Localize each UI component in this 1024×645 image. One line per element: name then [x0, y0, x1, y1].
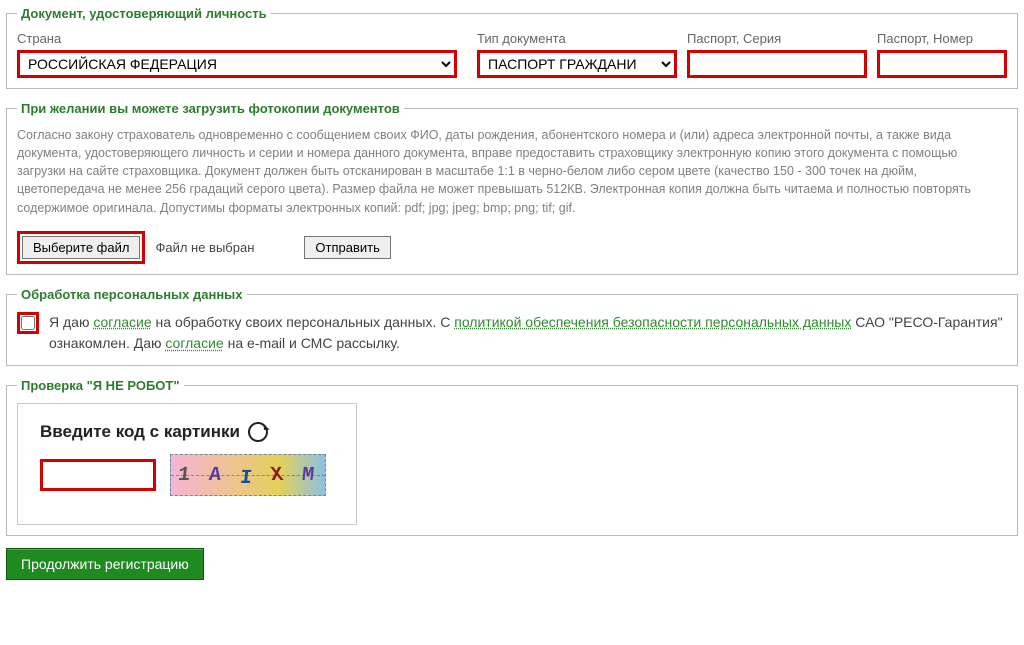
passport-series-wrap	[687, 50, 867, 78]
consent-link-1[interactable]: согласие	[93, 314, 151, 330]
captcha-input-wrap	[40, 459, 156, 491]
identity-legend: Документ, удостоверяющий личность	[17, 6, 271, 21]
consent-legend: Обработка персональных данных	[17, 287, 247, 302]
consent-checkbox[interactable]	[21, 316, 35, 330]
doctype-select-wrap: ПАСПОРТ ГРАЖДАНИ	[477, 50, 677, 78]
passport-series-label: Паспорт, Серия	[687, 31, 867, 46]
passport-series-input[interactable]	[690, 53, 864, 75]
consent-checkbox-wrap	[17, 312, 39, 334]
captcha-input[interactable]	[43, 462, 153, 488]
captcha-char: I	[239, 467, 257, 490]
doctype-select[interactable]: ПАСПОРТ ГРАЖДАНИ	[480, 53, 674, 75]
passport-number-input[interactable]	[880, 53, 1004, 75]
consent-link-2[interactable]: политикой обеспечения безопасности персо…	[454, 314, 851, 330]
captcha-char: 1	[177, 464, 195, 487]
captcha-box: Введите код с картинки 1 A I X M	[17, 403, 357, 525]
consent-row: Я даю согласие на обработку своих персон…	[17, 312, 1007, 355]
country-label: Страна	[17, 31, 457, 46]
consent-fieldset: Обработка персональных данных Я даю согл…	[6, 287, 1018, 366]
upload-fieldset: При желании вы можете загрузить фотокопи…	[6, 101, 1018, 275]
captcha-char: M	[300, 464, 318, 487]
doctype-label: Тип документа	[477, 31, 677, 46]
country-select-wrap: РОССИЙСКАЯ ФЕДЕРАЦИЯ	[17, 50, 457, 78]
captcha-image: 1 A I X M	[170, 454, 326, 496]
choose-file-wrap: Выберите файл	[17, 231, 145, 264]
passport-number-wrap	[877, 50, 1007, 78]
captcha-char: A	[208, 464, 226, 487]
passport-number-label: Паспорт, Номер	[877, 31, 1007, 46]
consent-text: Я даю согласие на обработку своих персон…	[49, 312, 1007, 355]
captcha-legend: Проверка "Я НЕ РОБОТ"	[17, 378, 184, 393]
identity-row: Страна РОССИЙСКАЯ ФЕДЕРАЦИЯ Тип документ…	[17, 31, 1007, 78]
refresh-icon[interactable]	[248, 422, 268, 442]
captcha-fieldset: Проверка "Я НЕ РОБОТ" Введите код с карт…	[6, 378, 1018, 536]
continue-registration-button[interactable]: Продолжить регистрацию	[6, 548, 204, 580]
consent-link-3[interactable]: согласие	[165, 335, 223, 351]
captcha-title-row: Введите код с картинки	[40, 422, 334, 442]
upload-legal-text: Согласно закону страхователь одновременн…	[17, 126, 1007, 217]
country-select[interactable]: РОССИЙСКАЯ ФЕДЕРАЦИЯ	[20, 53, 454, 75]
file-row: Выберите файл Файл не выбран Отправить	[17, 231, 1007, 264]
send-file-button[interactable]: Отправить	[304, 236, 390, 259]
upload-legend: При желании вы можете загрузить фотокопи…	[17, 101, 404, 116]
no-file-label: Файл не выбран	[155, 240, 254, 255]
captcha-title: Введите код с картинки	[40, 422, 240, 442]
captcha-char: X	[269, 464, 288, 487]
captcha-row: 1 A I X M	[40, 454, 334, 496]
identity-fieldset: Документ, удостоверяющий личность Страна…	[6, 6, 1018, 89]
choose-file-button[interactable]: Выберите файл	[22, 236, 140, 259]
